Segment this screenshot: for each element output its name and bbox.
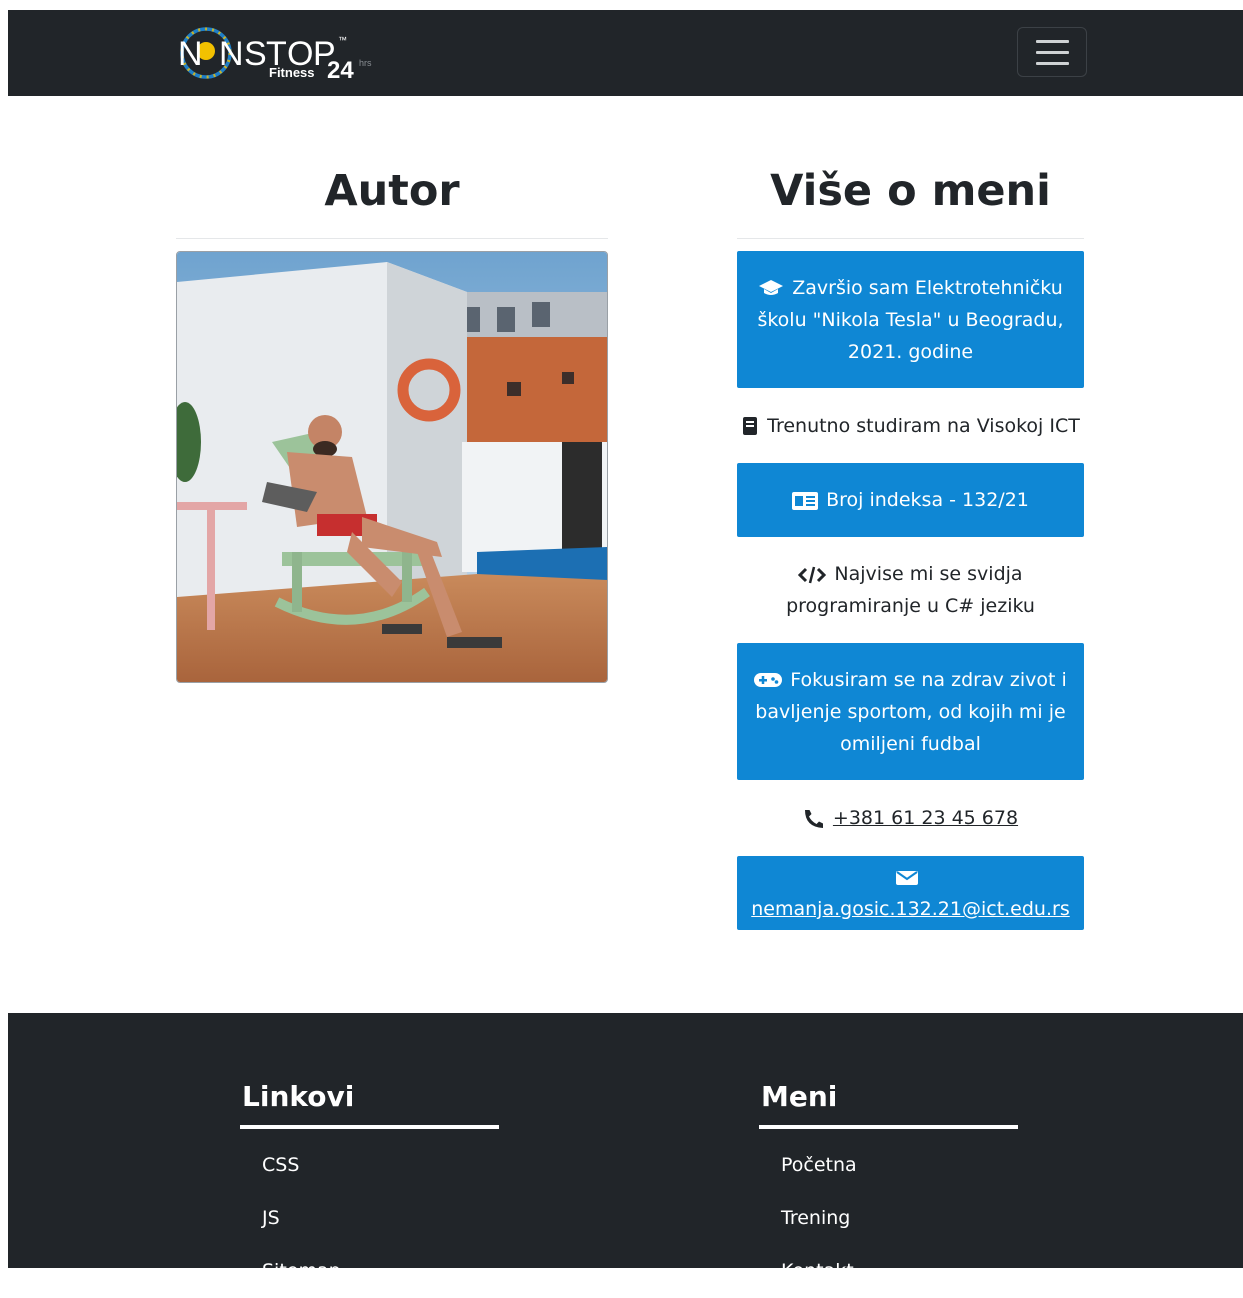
hamburger-icon xyxy=(1035,61,1069,65)
code-icon xyxy=(798,566,827,583)
envelope-icon xyxy=(895,870,918,885)
hobby-box: Fokusiram se na zdrav zivot i bavljenje … xyxy=(737,643,1084,780)
list-item: Trening xyxy=(781,1192,1019,1245)
email-box: nemanja.gosic.132.21@ict.edu.rs xyxy=(737,856,1084,930)
list-item: CSS xyxy=(262,1139,500,1192)
logo-letter-2: N xyxy=(219,35,244,73)
email-link[interactable]: nemanja.gosic.132.21@ict.edu.rs xyxy=(751,898,1069,920)
education-text: Završio sam Elektrotehničku školu "Nikol… xyxy=(757,276,1064,363)
navbar: N N S T O P ™ Fitness 24 hrs xyxy=(8,10,1243,96)
author-title: Autor xyxy=(324,166,460,216)
logo-letter-1: N xyxy=(178,35,203,73)
logo-graphic: N N S T O P ™ Fitness 24 hrs xyxy=(178,27,372,82)
gamepad-icon xyxy=(754,673,783,687)
footer-links-column: Linkovi CSS JS Sitemap xyxy=(240,1077,500,1298)
list-item: JS xyxy=(262,1192,500,1245)
phone-item: +381 61 23 45 678 xyxy=(737,780,1084,856)
footer-menu-training[interactable]: Trening xyxy=(781,1207,850,1229)
logo-hours: 24 xyxy=(327,57,354,82)
list-item: Kontakt xyxy=(781,1245,1019,1298)
footer-link-js[interactable]: JS xyxy=(262,1207,280,1229)
footer-menu-home[interactable]: Početna xyxy=(781,1154,857,1176)
list-item: Početna xyxy=(781,1139,1019,1192)
study-item: Trenutno studiram na Visokoj ICT xyxy=(737,388,1084,463)
id-card-icon xyxy=(792,491,819,510)
hamburger-icon xyxy=(1035,39,1069,43)
author-section: Autor xyxy=(176,150,608,683)
footer-link-css[interactable]: CSS xyxy=(262,1154,299,1176)
divider xyxy=(176,238,608,239)
divider xyxy=(737,238,1084,239)
footer-menu-list: Početna Trening Kontakt xyxy=(759,1139,1019,1298)
programming-item: Najvise mi se svidja programiranje u C# … xyxy=(737,537,1084,643)
study-text: Trenutno studiram na Visokoj ICT xyxy=(767,414,1080,437)
list-item: Sitemap xyxy=(262,1245,500,1298)
phone-icon xyxy=(804,809,823,828)
divider xyxy=(240,1125,499,1129)
navbar-toggle-button[interactable] xyxy=(1017,27,1087,77)
education-box: Završio sam Elektrotehničku školu "Nikol… xyxy=(737,251,1084,388)
index-box: Broj indeksa - 132/21 xyxy=(737,463,1084,537)
hamburger-icon xyxy=(1035,50,1069,54)
author-photo xyxy=(176,251,608,683)
footer-links-list: CSS JS Sitemap xyxy=(240,1139,500,1298)
brand-logo[interactable]: N N S T O P ™ Fitness 24 hrs xyxy=(170,24,390,82)
footer-menu-column: Meni Početna Trening Kontakt xyxy=(759,1077,1019,1298)
hobby-text: Fokusiram se na zdrav zivot i bavljenje … xyxy=(755,668,1067,755)
footer: Linkovi CSS JS Sitemap Meni Početna Tren… xyxy=(8,1013,1243,1282)
logo-letter-3: S xyxy=(244,35,267,73)
footer-link-sitemap[interactable]: Sitemap xyxy=(262,1260,341,1282)
logo-fitness: Fitness xyxy=(269,65,315,80)
logo-hrs: hrs xyxy=(359,58,372,68)
book-icon xyxy=(743,417,758,435)
footer-menu-title: Meni xyxy=(761,1080,838,1113)
footer-links-title: Linkovi xyxy=(242,1080,355,1113)
graduation-cap-icon xyxy=(759,280,784,295)
about-section: Više o meni Završio sam Elektrotehničku … xyxy=(737,150,1084,930)
index-text: Broj indeksa - 132/21 xyxy=(826,489,1029,511)
about-list: Završio sam Elektrotehničku školu "Nikol… xyxy=(737,251,1084,930)
logo-tm: ™ xyxy=(338,35,347,45)
divider xyxy=(759,1125,1018,1129)
about-title: Više o meni xyxy=(770,166,1051,216)
phone-link[interactable]: +381 61 23 45 678 xyxy=(833,807,1018,829)
footer-menu-contact[interactable]: Kontakt xyxy=(781,1260,854,1282)
